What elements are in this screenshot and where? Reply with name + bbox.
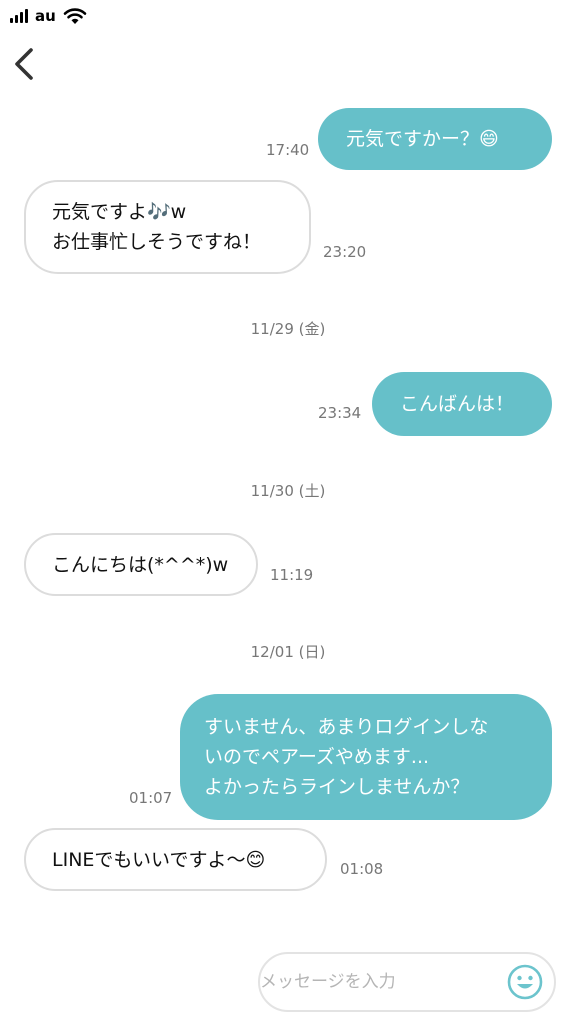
message-composer <box>258 952 556 1012</box>
wifi-icon <box>63 8 87 24</box>
message-timestamp: 01:07 <box>129 789 173 807</box>
chat-screen: au 元気ですかー？😄 17:40 元気ですよ🎶w お仕事忙しそうですね！ 23… <box>0 0 576 1024</box>
back-chevron-icon[interactable] <box>10 44 40 84</box>
message-timestamp: 01:08 <box>340 860 384 878</box>
message-timestamp: 11:19 <box>270 566 314 584</box>
smiley-face-icon[interactable] <box>506 963 544 1001</box>
outgoing-message-bubble[interactable]: すいません、あまりログインしな いのでペアーズやめます... よかったらラインし… <box>180 694 552 820</box>
message-input[interactable] <box>260 972 490 992</box>
date-separator: 11/29 (金) <box>250 320 326 338</box>
date-separator: 12/01 (日) <box>250 643 326 661</box>
status-bar: au <box>10 4 87 28</box>
message-timestamp: 17:40 <box>266 141 310 159</box>
message-timestamp: 23:20 <box>323 243 367 261</box>
carrier-label: au <box>35 7 56 25</box>
incoming-message-bubble[interactable]: 元気ですよ🎶w お仕事忙しそうですね！ <box>24 180 311 274</box>
incoming-message-bubble[interactable]: LINEでもいいですよ〜😊 <box>24 828 327 891</box>
signal-bars-icon <box>10 9 28 23</box>
date-separator: 11/30 (土) <box>250 482 326 500</box>
incoming-message-bubble[interactable]: こんにちは(*^^*)w <box>24 533 258 596</box>
outgoing-message-bubble[interactable]: 元気ですかー？😄 <box>318 108 552 170</box>
outgoing-message-bubble[interactable]: こんばんは！ <box>372 372 552 436</box>
message-timestamp: 23:34 <box>318 404 362 422</box>
